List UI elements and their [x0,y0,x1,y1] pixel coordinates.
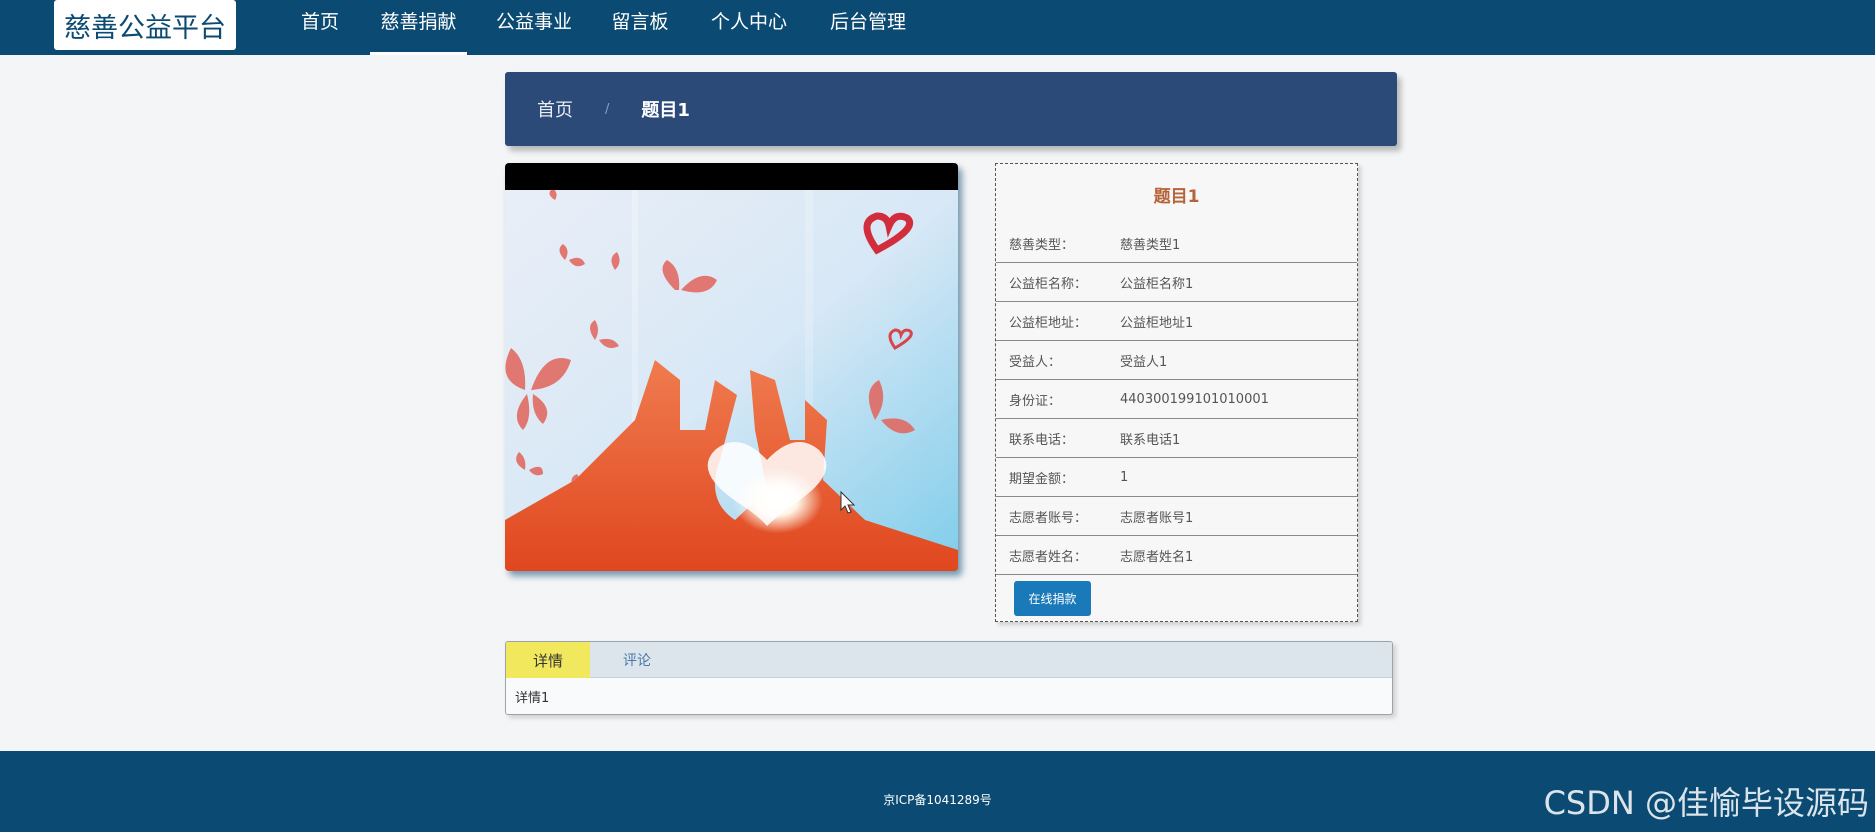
info-row-phone: 联系电话： 联系电话1 [996,419,1357,458]
info-label: 公益柜名称： [1009,276,1088,292]
info-row-cabinet-name: 公益柜名称： 公益柜名称1 [996,263,1357,302]
nav-personal-center[interactable]: 个人中心 [702,0,796,55]
info-value: 受益人1 [1120,354,1168,370]
nav-home[interactable]: 首页 [292,0,348,55]
info-value: 志愿者姓名1 [1120,549,1194,565]
info-label: 公益柜地址： [1009,315,1088,331]
site-logo[interactable]: 慈善公益平台 [54,0,236,50]
project-image [505,163,958,571]
csdn-watermark: CSDN @佳愉毕设源码 [1543,784,1869,822]
info-value: 1 [1120,469,1129,485]
breadcrumb-current: 题目1 [641,100,690,121]
heart-hands-image [505,190,958,571]
info-label: 志愿者姓名： [1009,549,1088,565]
info-row-volunteer-name: 志愿者姓名： 志愿者姓名1 [996,536,1357,575]
info-value: 联系电话1 [1120,432,1181,448]
info-label: 联系电话： [1009,432,1075,448]
breadcrumb: 首页 / 题目1 [505,72,1397,146]
info-label: 身份证： [1009,393,1062,409]
info-row-cabinet-address: 公益柜地址： 公益柜地址1 [996,302,1357,341]
info-value: 慈善类型1 [1120,237,1181,253]
info-value: 公益柜名称1 [1120,276,1194,292]
detail-tabs: 详情 评论 详情1 [505,641,1393,715]
top-navbar: 慈善公益平台 首页 慈善捐献 公益事业 留言板 个人中心 后台管理 [0,0,1875,55]
project-title: 题目1 [1153,186,1200,207]
tab-comments[interactable]: 评论 [590,642,684,678]
donate-online-button[interactable]: 在线捐款 [1014,581,1091,616]
footer: 京ICP备1041289号 CSDN @佳愉毕设源码 [0,751,1875,832]
info-label: 受益人： [1009,354,1062,370]
breadcrumb-home[interactable]: 首页 [537,96,573,122]
info-label: 慈善类型： [1009,237,1075,253]
nav-public-welfare[interactable]: 公益事业 [489,0,579,55]
info-row-charity-type: 慈善类型： 慈善类型1 [996,224,1357,263]
info-label: 期望金额： [1009,471,1075,487]
nav-charity-donation[interactable]: 慈善捐献 [370,0,467,55]
nav-admin[interactable]: 后台管理 [820,0,916,55]
nav-message-board[interactable]: 留言板 [603,0,677,55]
breadcrumb-separator: / [605,101,610,117]
info-row-expected-amount: 期望金额： 1 [996,458,1357,497]
tab-content: 详情1 [515,691,550,706]
tab-details[interactable]: 详情 [506,642,590,678]
info-value: 志愿者账号1 [1120,510,1194,526]
tab-strip: 详情 评论 [506,642,1392,678]
info-row-beneficiary: 受益人： 受益人1 [996,341,1357,380]
info-value: 440300199101010001 [1120,391,1269,407]
info-row-id-card: 身份证： 440300199101010001 [996,380,1357,419]
project-info-panel: 题目1 慈善类型： 慈善类型1 公益柜名称： 公益柜名称1 公益柜地址： 公益柜… [995,163,1358,622]
info-value: 公益柜地址1 [1120,315,1194,331]
info-label: 志愿者账号： [1009,510,1088,526]
info-row-volunteer-account: 志愿者账号： 志愿者账号1 [996,497,1357,536]
